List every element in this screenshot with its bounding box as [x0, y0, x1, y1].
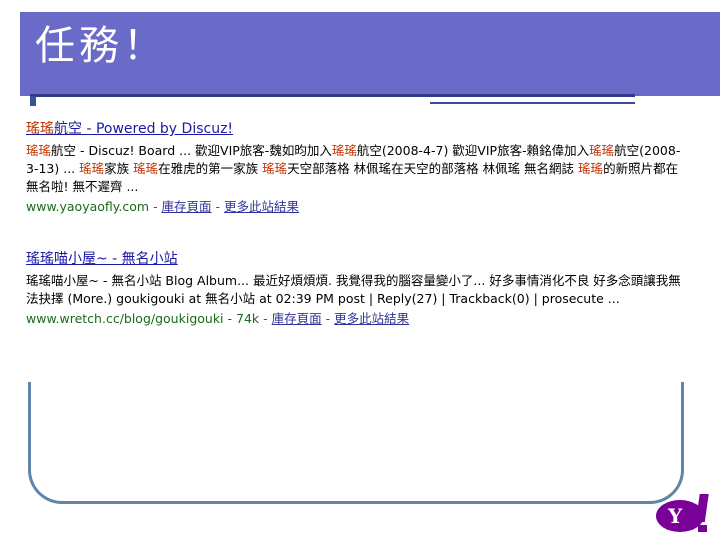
snippet-text: 家族 [104, 161, 134, 176]
snippet-highlight: 瑤瑤 [578, 161, 604, 176]
yahoo-logo-icon: Y [656, 494, 709, 532]
separator: - [215, 199, 225, 214]
snippet-highlight: 瑤瑤 [26, 143, 52, 158]
more-results-link[interactable]: 更多此站結果 [334, 311, 409, 326]
accent-line [30, 94, 635, 97]
rounded-frame [28, 382, 684, 504]
result-title-link[interactable]: 瑤瑤喵小屋~ - 無名小站 [26, 250, 686, 268]
separator: - [263, 311, 272, 326]
separator: - [153, 199, 162, 214]
snippet-highlight: 瑤瑤 [79, 161, 105, 176]
snippet-text: 天空部落格 林佩瑤在天空的部落格 林佩瑤 無名網誌 [287, 161, 579, 176]
result-title-text: 航空 - Powered by Discuz! [54, 121, 234, 137]
snippet-highlight: 瑤瑤 [589, 143, 615, 158]
result-url-line: www.yaoyaofly.com - 庫存頁面 - 更多此站結果 [26, 198, 686, 216]
snippet-text: 喵小屋~ - 無名小站 Blog Album... 最近好煩煩煩. 我覺得我的腦… [26, 273, 681, 306]
result-snippet: 瑤瑤航空 - Discuz! Board ... 歡迎VIP旅客-魏如昀加入瑤瑤… [26, 142, 686, 196]
more-results-link[interactable]: 更多此站結果 [224, 199, 299, 214]
search-results: 瑤瑤航空 - Powered by Discuz! 瑤瑤航空 - Discuz!… [20, 112, 690, 377]
frame-left-edge [30, 96, 36, 106]
cache-link[interactable]: 庫存頁面 [272, 311, 322, 326]
result-title-highlight: 瑤瑤 [26, 251, 54, 267]
cache-link[interactable]: 庫存頁面 [162, 199, 212, 214]
result-title-text: 喵小屋~ - 無名小站 [54, 251, 178, 267]
snippet-text: 在雅虎的第一家族 [158, 161, 263, 176]
result-title-link[interactable]: 瑤瑤航空 - Powered by Discuz! [26, 120, 686, 138]
result-url-line: www.wretch.cc/blog/goukigouki - 74k - 庫存… [26, 310, 686, 328]
svg-text:Y: Y [667, 504, 683, 528]
search-result-1: 瑤瑤航空 - Powered by Discuz! 瑤瑤航空 - Discuz!… [26, 120, 686, 216]
snippet-highlight: 瑤瑤 [331, 143, 357, 158]
result-url: www.wretch.cc/blog/goukigouki - 74k [26, 311, 260, 326]
result-url: www.yaoyaofly.com [26, 199, 150, 214]
snippet-text: 航空 - Discuz! Board ... 歡迎VIP旅客-魏如昀加入 [51, 143, 332, 158]
separator: - [325, 311, 335, 326]
snippet-text: 航空(2008-4-7) 歡迎VIP旅客-賴銘偉加入 [356, 143, 590, 158]
snippet-text: 瑤瑤 [26, 273, 52, 288]
snippet-highlight: 瑤瑤 [133, 161, 159, 176]
snippet-highlight: 瑤瑤 [262, 161, 288, 176]
slide-title: 任務！ [35, 23, 167, 69]
result-snippet: 瑤瑤喵小屋~ - 無名小站 Blog Album... 最近好煩煩煩. 我覺得我… [26, 272, 686, 308]
accent-line-short [430, 102, 635, 104]
slide-header: 任務！ [0, 0, 720, 100]
search-result-2: 瑤瑤喵小屋~ - 無名小站 瑤瑤喵小屋~ - 無名小站 Blog Album..… [26, 250, 686, 328]
result-title-highlight: 瑤瑤 [26, 121, 54, 137]
